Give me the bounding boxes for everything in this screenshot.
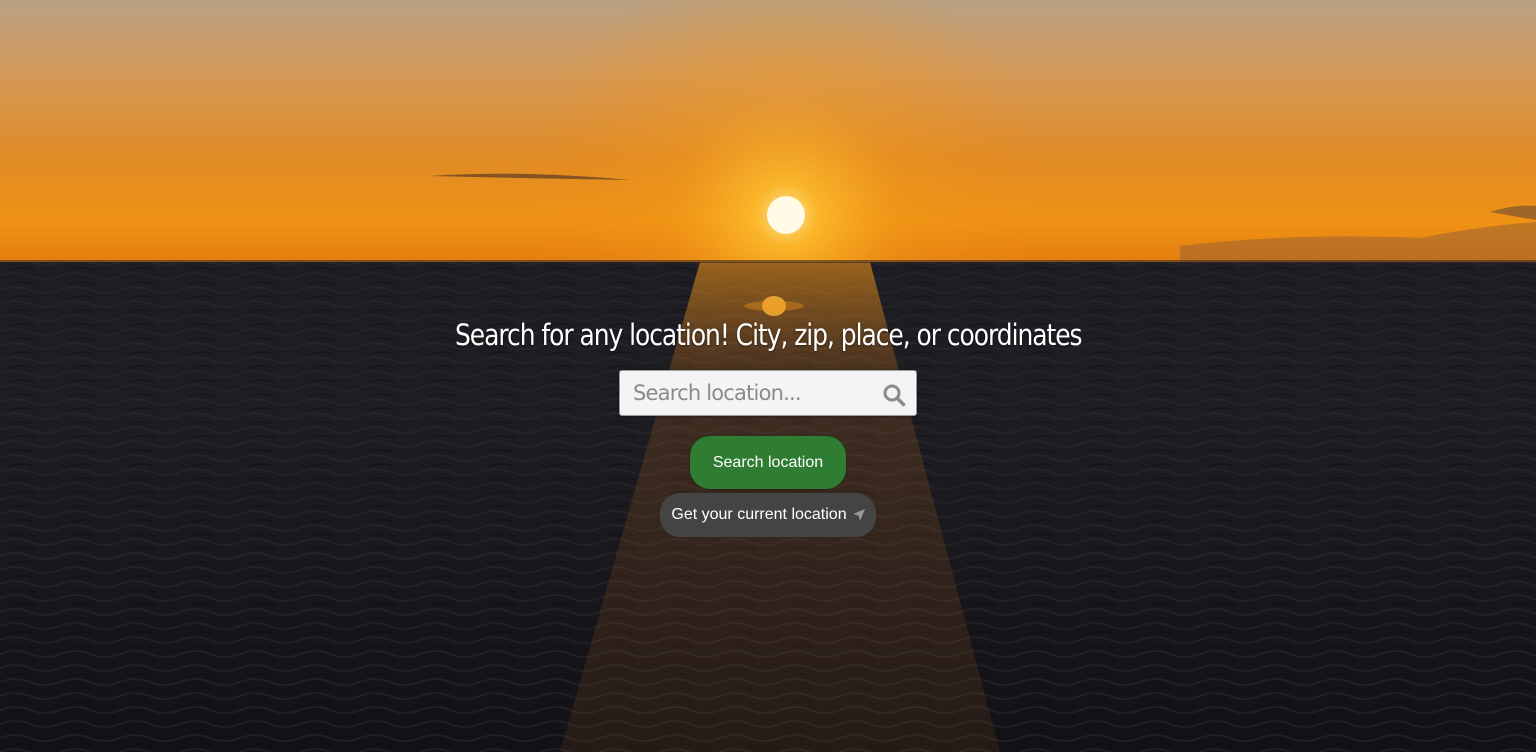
search-location-button[interactable]: Search location	[690, 436, 846, 489]
current-location-button[interactable]: Get your current location	[660, 493, 876, 537]
search-field[interactable]	[619, 370, 917, 416]
search-input[interactable]	[620, 371, 870, 415]
search-panel: Search for any location! City, zip, plac…	[0, 314, 1536, 537]
search-icon[interactable]	[882, 383, 906, 407]
location-arrow-icon	[852, 509, 865, 521]
page-heading: Search for any location! City, zip, plac…	[454, 318, 1083, 352]
page: Search for any location! City, zip, plac…	[0, 0, 1536, 752]
current-location-label: Get your current location	[671, 506, 847, 523]
search-location-label: Search location	[712, 453, 824, 471]
